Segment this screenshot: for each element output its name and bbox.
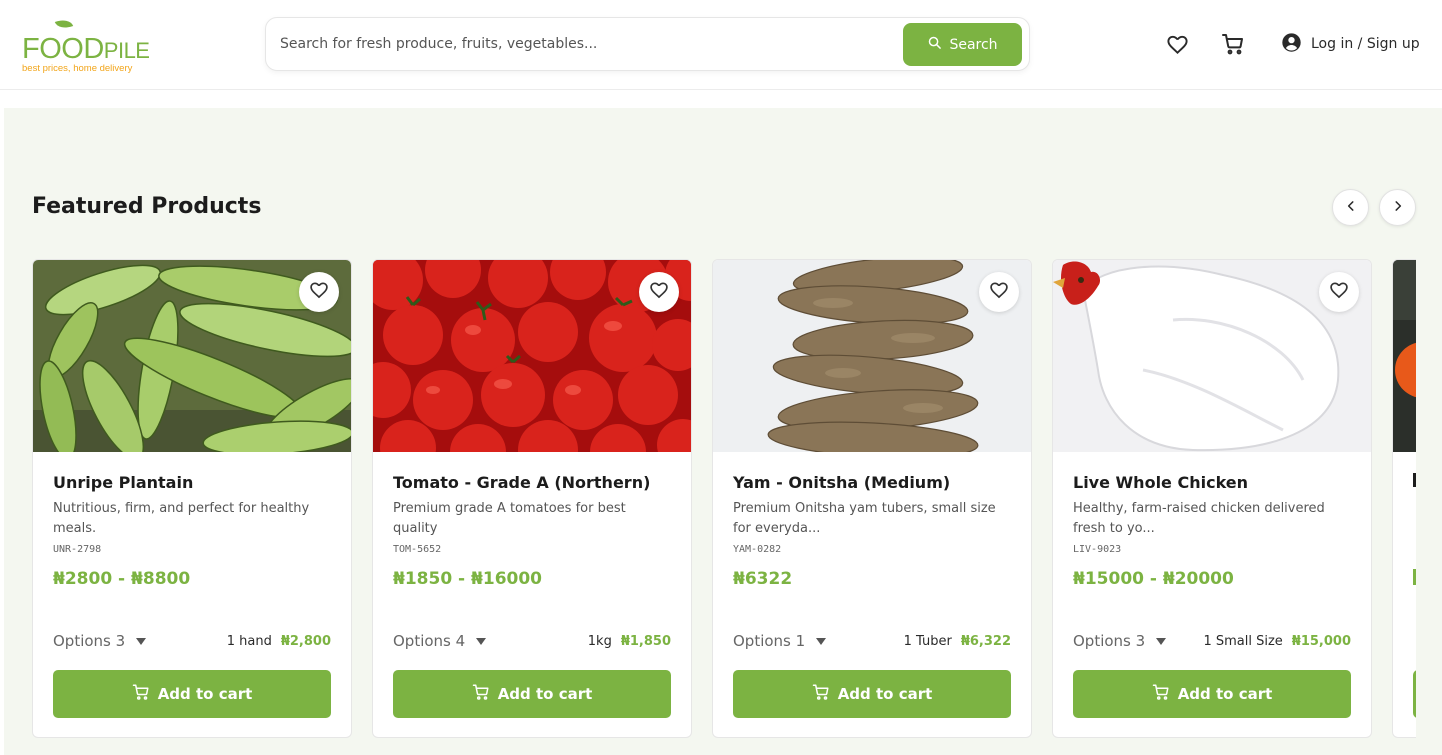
cart-icon [812, 683, 830, 705]
unit-label: 1 Small Size [1203, 634, 1283, 649]
selected-unit: 1 Tuber ₦6,322 [904, 634, 1011, 649]
product-sku: UNR-2798 [53, 544, 102, 555]
product-description: Premium Onitsha yam tubers, small size f… [733, 501, 996, 536]
carousel-prev-button[interactable] [1332, 189, 1369, 226]
add-to-cart-button[interactable]: Add to cart [1073, 670, 1351, 718]
product-card[interactable]: Tomato - Grade A (Northern) Premium grad… [372, 259, 692, 738]
options-dropdown[interactable]: Options 1 [733, 632, 827, 650]
search-input[interactable] [280, 28, 890, 60]
product-sku: LIV-9023 [1073, 544, 1122, 555]
search-icon [927, 35, 942, 54]
product-image[interactable] [713, 260, 1031, 452]
chevron-right-icon [1391, 198, 1405, 217]
options-dropdown[interactable]: Options 3 [1073, 632, 1167, 650]
product-card[interactable]: Live Whole Chicken Healthy, farm-raised … [1052, 259, 1372, 738]
heart-outline-icon [309, 280, 329, 304]
wishlist-button[interactable] [639, 272, 679, 312]
selected-unit: 1 Small Size ₦15,000 [1203, 634, 1351, 649]
product-card[interactable]: Unripe Plantain Nutritious, firm, and pe… [32, 259, 352, 738]
unit-label: 1 hand [226, 634, 272, 649]
cart-icon [132, 683, 150, 705]
heart-outline-icon [989, 280, 1009, 304]
partial-name-fragment [1413, 473, 1416, 487]
product-description: Premium grade A tomatoes for best qualit… [393, 501, 626, 536]
login-label: Log in / Sign up [1311, 36, 1420, 52]
product-name[interactable]: Live Whole Chicken [1073, 473, 1248, 492]
product-name[interactable]: Yam - Onitsha (Medium) [733, 473, 950, 492]
options-label: Options 3 [53, 632, 126, 650]
wishlist-button[interactable] [299, 272, 339, 312]
options-dropdown[interactable]: Options 4 [393, 632, 487, 650]
add-to-cart-button[interactable]: Add to cart [53, 670, 331, 718]
product-name[interactable]: Tomato - Grade A (Northern) [393, 473, 650, 492]
add-to-cart-label: Add to cart [1177, 685, 1273, 703]
caret-down-icon [815, 632, 827, 650]
product-name[interactable]: Unripe Plantain [53, 473, 193, 492]
search-button-label: Search [949, 36, 998, 53]
product-sku: TOM-5652 [393, 544, 442, 555]
wishlist-heart-icon[interactable] [1165, 32, 1189, 56]
cart-icon [472, 683, 490, 705]
add-to-cart-button[interactable]: Add to cart [393, 670, 671, 718]
product-price-range: ₦1850 - ₦16000 [393, 569, 543, 589]
product-image[interactable] [1393, 260, 1416, 452]
heart-outline-icon [649, 280, 669, 304]
login-signup-link[interactable]: Log in / Sign up [1281, 32, 1420, 56]
chevron-left-icon [1344, 198, 1358, 217]
product-price-range: ₦15000 - ₦20000 [1073, 569, 1234, 589]
site-header: FOODPILE best prices, home delivery Sear… [0, 0, 1442, 90]
product-image[interactable] [1053, 260, 1371, 452]
partial-price-fragment [1413, 569, 1416, 585]
product-card[interactable]: Yam - Onitsha (Medium) Premium Onitsha y… [712, 259, 1032, 738]
carousel-next-button[interactable] [1379, 189, 1416, 226]
options-label: Options 4 [393, 632, 466, 650]
foodpile-logo[interactable]: FOODPILE best prices, home delivery [20, 16, 150, 78]
options-dropdown[interactable]: Options 3 [53, 632, 147, 650]
caret-down-icon [1155, 632, 1167, 650]
selected-unit: 1 hand ₦2,800 [227, 634, 331, 649]
caret-down-icon [475, 632, 487, 650]
options-label: Options 1 [733, 632, 806, 650]
wishlist-button[interactable] [979, 272, 1019, 312]
cart-icon [1152, 683, 1170, 705]
account-circle-icon [1281, 32, 1302, 57]
product-sku: YAM-0282 [733, 544, 782, 555]
cart-icon[interactable] [1221, 32, 1245, 56]
search-button[interactable]: Search [903, 23, 1022, 66]
product-description: Healthy, farm-raised chicken delivered f… [1073, 501, 1325, 536]
unit-price: ₦2,800 [280, 634, 331, 649]
add-to-cart-label: Add to cart [497, 685, 593, 703]
product-card-partial[interactable] [1392, 259, 1416, 738]
unit-label: 1kg [587, 634, 612, 649]
product-image[interactable] [373, 260, 691, 452]
caret-down-icon [135, 632, 147, 650]
unit-price: ₦15,000 [1291, 634, 1351, 649]
section-title: Featured Products [32, 194, 262, 219]
product-carousel: Unripe Plantain Nutritious, firm, and pe… [32, 259, 1416, 755]
unit-price: ₦6,322 [960, 634, 1011, 649]
add-to-cart-button[interactable]: Add to cart [733, 670, 1011, 718]
wishlist-button[interactable] [1319, 272, 1359, 312]
leaf-icon [54, 16, 74, 32]
product-description: Nutritious, firm, and perfect for health… [53, 501, 310, 536]
logo-tagline: best prices, home delivery [22, 63, 133, 74]
selected-unit: 1kg ₦1,850 [588, 634, 671, 649]
search-bar: Search [265, 17, 1030, 71]
heart-outline-icon [1329, 280, 1349, 304]
unit-label: 1 Tuber [903, 634, 952, 649]
product-image[interactable] [33, 260, 351, 452]
unit-price: ₦1,850 [620, 634, 671, 649]
add-to-cart-button[interactable] [1413, 670, 1416, 718]
product-price-range: ₦6322 [733, 569, 793, 589]
product-price-range: ₦2800 - ₦8800 [53, 569, 191, 589]
add-to-cart-label: Add to cart [157, 685, 253, 703]
options-label: Options 3 [1073, 632, 1146, 650]
add-to-cart-label: Add to cart [837, 685, 933, 703]
